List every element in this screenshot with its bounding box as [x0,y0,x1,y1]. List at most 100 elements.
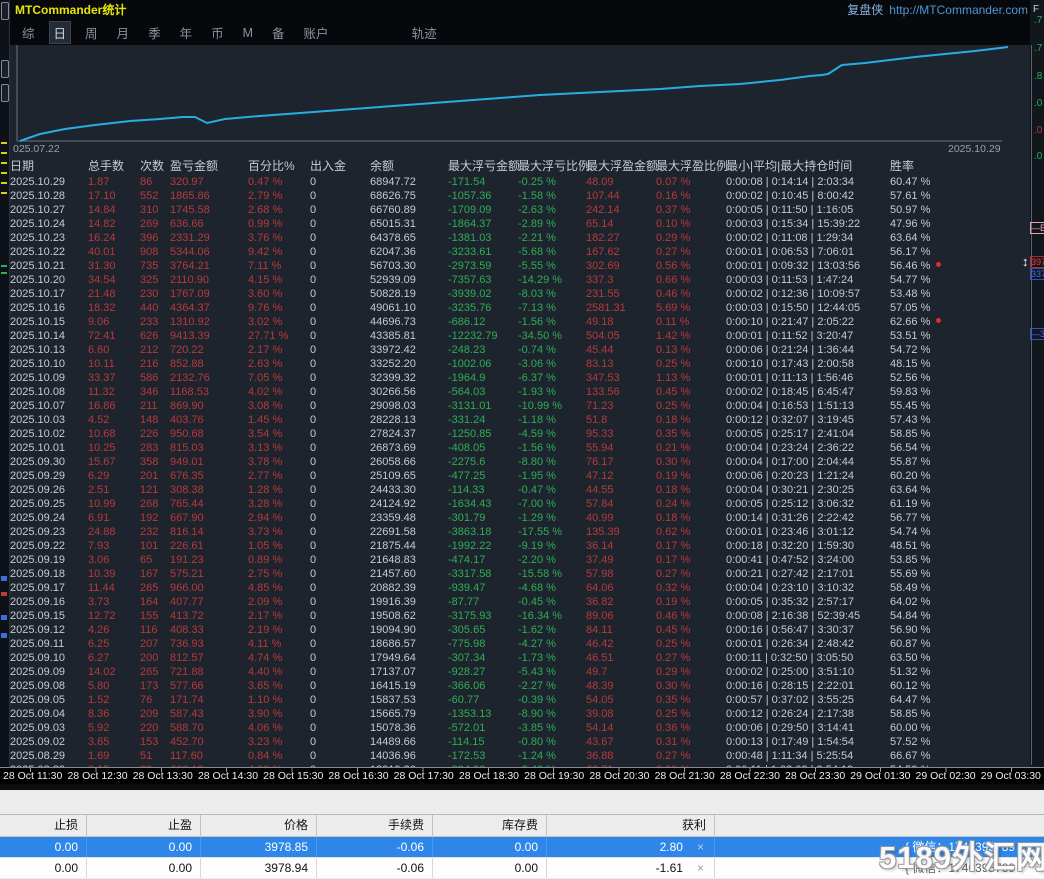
table-row[interactable]: 2025.09.12 4.26 116 408.33 2.19 % 0 1909… [0,623,1044,637]
green-tick [1,265,7,267]
brand-link[interactable]: 复盘侠 http://MTCommander.com [847,0,1028,20]
red-tick [1,592,7,596]
yellow-tick [1,162,7,164]
table-row[interactable]: 2025.09.24 6.91 192 667.90 2.94 % 0 2335… [0,511,1044,525]
table-row[interactable]: 2025.10.22 40.01 908 5344.06 9.42 % 0 62… [0,245,1044,259]
toolbar-button-icon[interactable] [1,84,9,102]
clipped-price-label: .7 [1034,16,1042,26]
close-order-icon[interactable]: × [697,858,704,878]
table-row[interactable]: 2025.10.21 31.30 735 3764.21 7.11 % 0 56… [0,259,1044,273]
table-row[interactable]: 2025.10.01 10.25 283 815.03 3.13 % 0 268… [0,441,1044,455]
brand-name: 复盘侠 [847,3,883,17]
right-edge-strip: F .7.7.8.0.0.0 —B397337—3 [1030,0,1044,767]
menu-item-M[interactable]: M [239,25,257,41]
col-header-date: 日期 [10,158,34,174]
clipped-price-label: .8 [1034,72,1042,82]
time-axis-label: 28 Oct 11:30 [3,768,62,784]
menu-item-综[interactable]: 综 [18,22,39,43]
col-header-max-dd: 最大浮亏金额 [448,158,520,174]
table-row[interactable]: 2025.10.24 14.82 269 636.66 0.99 % 0 650… [0,217,1044,231]
table-row[interactable]: 2025.09.04 8.36 209 587.43 3.90 % 0 1566… [0,707,1044,721]
toolbar-button-icon[interactable] [1,2,9,20]
commission-value: -0.06 [317,858,433,878]
brand-url[interactable]: http://MTCommander.com [889,3,1028,17]
table-row[interactable]: 2025.10.23 16.24 396 2331.29 3.76 % 0 64… [0,231,1044,245]
menu-item-备[interactable]: 备 [268,22,289,43]
menu-item-币[interactable]: 币 [207,22,228,43]
table-row[interactable]: 2025.09.23 24.88 232 816.14 3.73 % 0 226… [0,525,1044,539]
clipped-price-tag: —B [1030,222,1044,234]
col-header-max-dd-pct: 最大浮亏比例 [518,158,590,174]
clipped-price-label: .0 [1034,99,1042,109]
col-header-trades: 次数 [140,158,164,174]
stop-loss-value: 0.00 [0,858,87,878]
table-row[interactable]: 2025.09.18 10.39 167 575.21 2.75 % 0 214… [0,567,1044,581]
table-row[interactable]: 2025.10.03 4.52 148 403.76 1.45 % 0 2822… [0,413,1044,427]
menu-item-轨迹[interactable]: 轨迹 [408,22,441,43]
time-axis-label: 28 Oct 18:30 [459,768,519,784]
table-row[interactable]: 2025.10.29 1.87 86 320.97 0.47 % 0 68947… [0,175,1044,189]
table-row[interactable]: 2025.10.10 10.11 216 852.88 2.63 % 0 332… [0,357,1044,371]
resize-cursor-icon: ↕ [1022,254,1029,269]
equity-curve [20,47,1008,141]
menu-item-季[interactable]: 季 [144,22,165,43]
menu-item-年[interactable]: 年 [176,22,197,43]
menu-item-日[interactable]: 日 [50,22,71,43]
time-axis-label: 29 Oct 02:30 [916,768,976,784]
close-order-icon[interactable]: × [697,837,704,857]
table-row[interactable]: 2025.09.29 6.29 201 676.35 2.77 % 0 2510… [0,469,1044,483]
table-row[interactable]: 2025.09.05 1.52 76 171.74 1.10 % 0 15837… [0,693,1044,707]
equity-chart[interactable]: 025.07.22 2025.10.29 [0,45,1044,158]
table-row[interactable]: 2025.09.16 3.73 164 407.77 2.09 % 0 1991… [0,595,1044,609]
table-row[interactable]: 2025.09.15 12.72 155 413.72 2.17 % 0 195… [0,609,1044,623]
table-row[interactable]: 2025.10.27 14.84 310 1745.58 2.68 % 0 66… [0,203,1044,217]
table-row[interactable]: 2025.10.17 21.48 230 1767.09 3.60 % 0 50… [0,287,1044,301]
table-row[interactable]: 2025.09.09 14.02 265 721.88 4.40 % 0 171… [0,665,1044,679]
time-axis-label: 28 Oct 22:30 [720,768,780,784]
table-row[interactable]: 2025.08.29 1.69 51 117.60 0.84 % 0 14036… [0,749,1044,763]
table-row[interactable]: 2025.09.08 5.80 173 577.66 3.65 % 0 1641… [0,679,1044,693]
table-row[interactable]: 2025.09.02 3.65 153 452.70 3.23 % 0 1448… [0,735,1044,749]
col-header-swap: 库存费 [433,815,547,836]
swap-value: 0.00 [433,837,547,857]
table-row[interactable]: 2025.09.26 2.51 121 308.38 1.28 % 0 2443… [0,483,1044,497]
chart-start-date-label: 025.07.22 [13,143,60,155]
price-value: 3978.85 [201,837,317,857]
table-row[interactable]: 2025.10.28 17.10 552 1865.86 2.79 % 0 68… [0,189,1044,203]
table-row[interactable]: 2025.09.30 15.67 358 949.01 3.78 % 0 260… [0,455,1044,469]
toolbar-button-icon[interactable] [1,60,9,78]
table-row[interactable]: 2025.09.10 6.27 200 812.57 4.74 % 0 1794… [0,651,1044,665]
menu-item-月[interactable]: 月 [113,22,134,43]
table-row[interactable]: 2025.09.03 5.92 220 588.70 4.06 % 0 1507… [0,721,1044,735]
menu-item-周[interactable]: 周 [81,22,102,43]
table-row[interactable]: 2025.10.07 16.86 211 869.90 3.08 % 0 290… [0,399,1044,413]
menu-item-账户[interactable]: 账户 [300,22,333,43]
table-row[interactable]: 2025.10.09 33.37 586 2132.76 7.05 % 0 32… [0,371,1044,385]
table-row[interactable]: 2025.09.25 10.99 268 765.44 3.28 % 0 241… [0,497,1044,511]
time-axis-label: 28 Oct 12:30 [67,768,127,784]
site-watermark: 5189外汇网 [879,832,1044,877]
table-row[interactable]: 2025.10.20 34.54 325 2110.90 4.15 % 0 52… [0,273,1044,287]
col-header-hold-time: 最小|平均|最大持仓时间 [726,158,852,174]
table-row[interactable]: 2025.10.15 9.06 233 1310.92 3.02 % 0 446… [0,315,1044,329]
time-axis-label: 28 Oct 15:30 [263,768,323,784]
table-row[interactable]: 2025.10.16 18.32 440 4364.37 9.76 % 0 49… [0,301,1044,315]
table-row[interactable]: 2025.09.17 11.44 265 966.00 4.85 % 0 208… [0,581,1044,595]
chart-end-date-label: 2025.10.29 [948,143,1001,155]
price-value: 3978.94 [201,858,317,878]
table-row[interactable]: 2025.09.11 6.25 207 736.93 4.11 % 0 1868… [0,637,1044,651]
stats-table-header: 日期 总手数 次数 盈亏金额 百分比% 出入金 余额 最大浮亏金额 最大浮亏比例… [0,158,1044,174]
clipped-price-label: .7 [1034,44,1042,54]
table-row[interactable]: 2025.10.02 10.68 226 950.68 3.54 % 0 278… [0,427,1044,441]
take-profit-value: 0.00 [87,858,201,878]
equity-chart-svg [0,45,1044,158]
table-row[interactable]: 2025.09.19 3.06 65 191.23 0.89 % 0 21648… [0,553,1044,567]
title-bar[interactable]: MTCommander统计 复盘侠http://MTCommander.com [9,0,1030,20]
col-header-pnl: 盈亏金额 [170,158,218,174]
table-row[interactable]: 2025.10.13 6.60 212 720.22 2.17 % 0 3397… [0,343,1044,357]
table-row[interactable]: 2025.09.22 7.93 101 226.61 1.05 % 0 2187… [0,539,1044,553]
table-row[interactable]: 2025.10.08 11.32 346 1168.53 4.02 % 0 30… [0,385,1044,399]
col-header-deposit: 出入金 [310,158,346,174]
scrollbar-line[interactable] [1031,45,1032,765]
table-row[interactable]: 2025.10.14 72.41 626 9413.39 27.71 % 0 4… [0,329,1044,343]
